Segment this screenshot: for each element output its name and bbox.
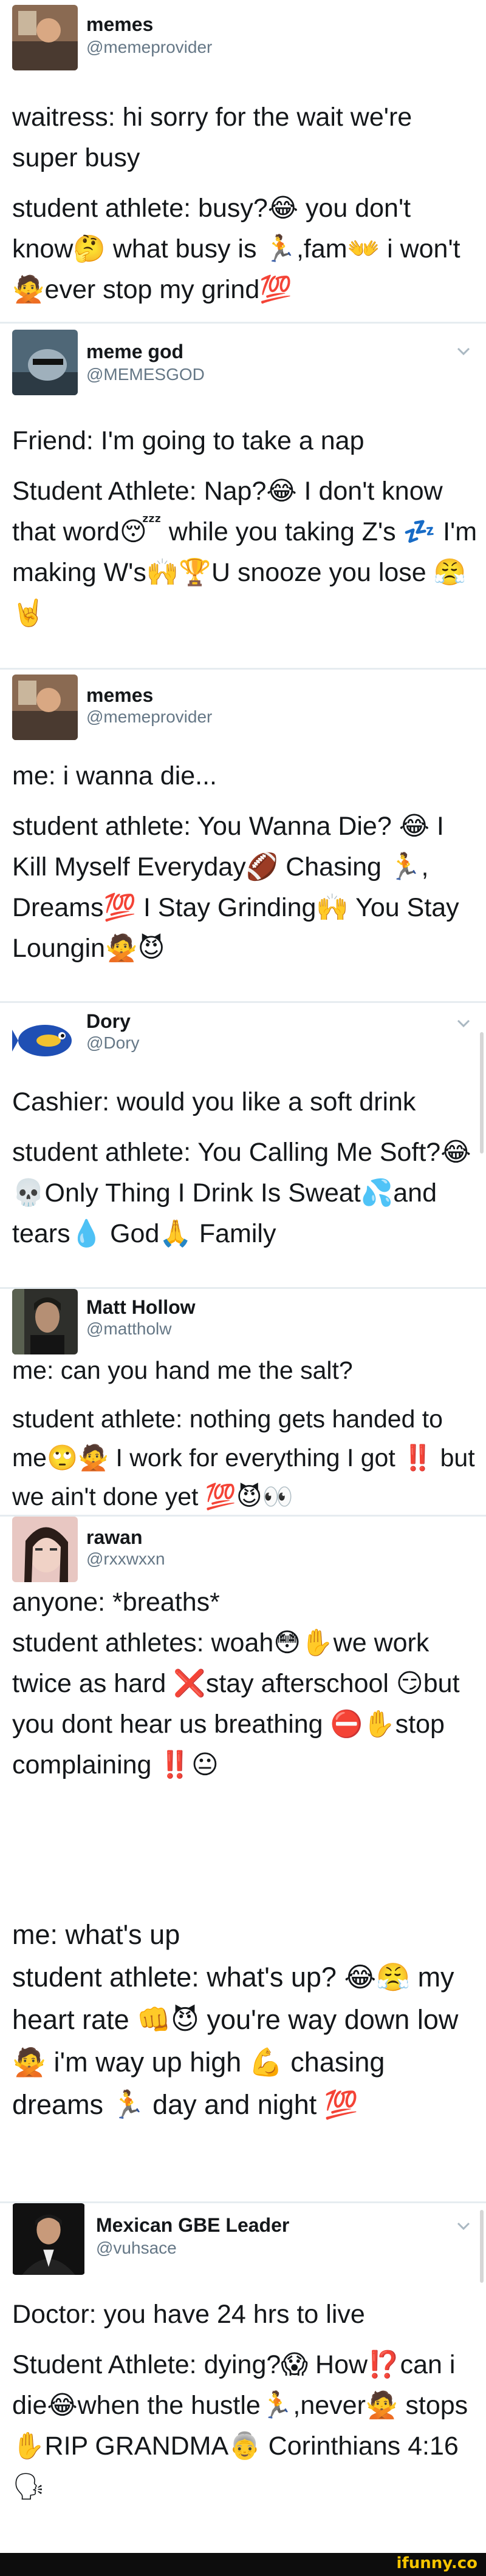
tweet-line: Student Athlete: Nap?😂 I don't know that…	[12, 477, 477, 628]
avatar[interactable]	[12, 2203, 85, 2275]
tweet-line: waitress: hi sorry for the wait we're su…	[12, 103, 412, 172]
user-handle[interactable]: @MEMESGOD	[86, 365, 205, 384]
tweet-8: Mexican GBE Leader @vuhsace Doctor: you …	[0, 2203, 486, 2553]
user-handle[interactable]: @memeprovider	[86, 707, 212, 727]
tweet-line: student athlete: You Calling Me Soft?😂💀O…	[12, 1138, 471, 1248]
tweet-text: me: can you hand me the salt? student at…	[12, 1351, 477, 1515]
tweet-line: me: what's up	[12, 1919, 180, 1950]
tweet-line: Cashier: would you like a soft drink	[12, 1087, 416, 1116]
tweet-line: me: i wanna die...	[12, 761, 217, 790]
tweet-4: Dory @Dory Cashier: would you like a sof…	[0, 1003, 486, 1287]
tweet-line: student athlete: nothing gets handed to …	[12, 1405, 475, 1511]
tweet-line: Friend: I'm going to take a nap	[12, 426, 364, 455]
user-handle[interactable]: @vuhsace	[96, 2238, 177, 2258]
tweet-line: Doctor: you have 24 hrs to live	[12, 2300, 365, 2329]
display-name[interactable]: rawan	[86, 1526, 142, 1549]
chevron-down-icon[interactable]	[454, 342, 473, 360]
tweet-2: meme god @MEMESGOD Friend: I'm going to …	[0, 324, 486, 668]
tweet-line: student athlete: busy?😂 you don't know🤔 …	[12, 194, 460, 304]
scrollbar[interactable]	[480, 1032, 484, 1154]
avatar[interactable]	[12, 1517, 78, 1582]
tweet-7: me: what's up student athlete: what's up…	[0, 1898, 486, 2201]
tweet-1: memes @memeprovider waitress: hi sorry f…	[0, 0, 486, 322]
tweet-text: me: i wanna die... student athlete: You …	[12, 756, 477, 969]
user-handle[interactable]: @mattholw	[86, 1319, 171, 1339]
tweet-line: student athlete: what's up? 😂😤 my heart …	[12, 1962, 459, 2120]
avatar[interactable]	[12, 675, 78, 740]
chevron-down-icon[interactable]	[454, 1014, 473, 1032]
display-name[interactable]: Mexican GBE Leader	[96, 2214, 289, 2237]
display-name[interactable]: memes	[86, 684, 153, 707]
user-handle[interactable]: @Dory	[86, 1033, 140, 1053]
tweet-line: student athlete: You Wanna Die? 😂 I Kill…	[12, 812, 459, 963]
tweet-line: me: can you hand me the salt?	[12, 1356, 353, 1384]
tweet-text: anyone: *breaths* student athletes: woah…	[12, 1582, 477, 1786]
avatar[interactable]	[12, 5, 78, 70]
tweet-5: Matt Hollow @mattholw me: can you hand m…	[0, 1289, 486, 1515]
scrollbar[interactable]	[480, 2210, 484, 2283]
watermark-logo: ifunny.co	[396, 2554, 477, 2572]
tweet-text: Friend: I'm going to take a nap Student …	[12, 421, 477, 634]
display-name[interactable]: memes	[86, 13, 153, 36]
tweet-line: student athletes: woah😳✋we work twice as…	[12, 1628, 460, 1779]
avatar[interactable]	[12, 1007, 78, 1072]
tweet-line: Student Athlete: dying?😱 How⁉️can i die😂…	[12, 2350, 468, 2501]
tweet-text: Cashier: would you like a soft drink stu…	[12, 1082, 477, 1254]
tweet-text: waitress: hi sorry for the wait we're su…	[12, 97, 477, 310]
user-handle[interactable]: @rxxwxxn	[86, 1549, 165, 1569]
tweet-text: me: what's up student athlete: what's up…	[12, 1914, 477, 2126]
tweet-line: anyone: *breaths*	[12, 1588, 220, 1617]
tweet-3: memes @memeprovider me: i wanna die... s…	[0, 670, 486, 1001]
display-name[interactable]: Matt Hollow	[86, 1296, 196, 1319]
user-handle[interactable]: @memeprovider	[86, 38, 212, 57]
chevron-down-icon[interactable]	[454, 2217, 473, 2235]
avatar[interactable]	[12, 330, 78, 395]
display-name[interactable]: meme god	[86, 341, 183, 363]
tweet-6: rawan @rxxwxxn anyone: *breaths* student…	[0, 1517, 486, 1898]
avatar[interactable]	[12, 1289, 78, 1354]
display-name[interactable]: Dory	[86, 1010, 131, 1033]
tweet-text: Doctor: you have 24 hrs to live Student …	[12, 2294, 477, 2507]
